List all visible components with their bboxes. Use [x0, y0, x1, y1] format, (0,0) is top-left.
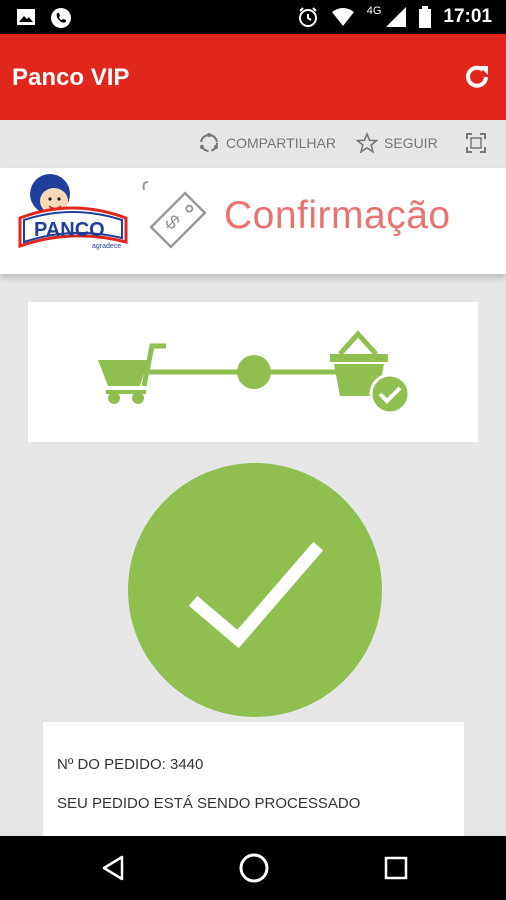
network-type: 4G: [366, 5, 382, 17]
svg-text:agradece: agradece: [92, 243, 121, 250]
alarm-icon: [298, 7, 317, 27]
cart-icon: [98, 343, 166, 404]
signal-icon: [386, 7, 407, 27]
page-header: PANCO agradece $ Confirmação: [0, 168, 506, 274]
recents-icon[interactable]: [382, 854, 410, 882]
success-indicator: [128, 463, 382, 717]
order-progress: [28, 302, 478, 442]
follow-label: SEGUIR: [384, 135, 438, 151]
wifi-icon: [331, 8, 354, 26]
image-icon: [17, 9, 35, 25]
page-title: Confirmação: [224, 194, 451, 237]
share-label: COMPARTILHAR: [226, 135, 336, 151]
fullscreen-icon: [466, 133, 486, 153]
price-tag-icon: $: [142, 181, 207, 249]
order-status: SEU PEDIDO ESTÁ SENDO PROCESSADO: [57, 795, 361, 812]
battery-icon: [419, 6, 432, 28]
checkmark-icon: [188, 541, 324, 649]
follow-button[interactable]: SEGUIR: [356, 132, 438, 154]
star-icon: [356, 132, 378, 154]
progress-steps: [98, 330, 411, 415]
back-icon[interactable]: [100, 854, 128, 882]
home-icon[interactable]: [238, 852, 270, 884]
share-icon: [200, 133, 218, 152]
phone-icon: [51, 8, 71, 28]
status-bar: 4G 17:01: [0, 0, 506, 34]
action-toolbar: COMPARTILHAR SEGUIR: [0, 120, 506, 168]
navigation-bar: [0, 836, 506, 900]
order-number: Nº DO PEDIDO: 3440: [57, 756, 204, 773]
share-button[interactable]: COMPARTILHAR: [198, 132, 336, 154]
svg-text:PANCO: PANCO: [34, 219, 105, 241]
panco-logo: PANCO agradece: [18, 174, 128, 250]
order-info: Nº DO PEDIDO: 3440 SEU PEDIDO ESTÁ SENDO…: [43, 722, 464, 836]
refresh-icon[interactable]: [462, 62, 492, 92]
fullscreen-button[interactable]: [465, 132, 487, 154]
app-bar: Panco VIP: [0, 34, 506, 120]
app-title: Panco VIP: [12, 64, 130, 91]
step-dot-icon: [237, 355, 271, 389]
status-time: 17:01: [443, 6, 492, 27]
basket-check-icon: [330, 330, 411, 415]
